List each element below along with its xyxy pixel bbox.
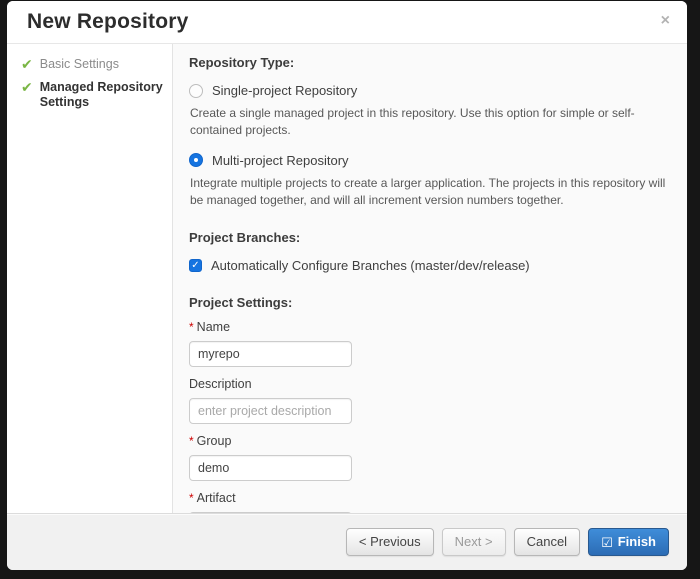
- name-field-group: *Name: [189, 320, 671, 367]
- dialog-body: ✔ Basic Settings ✔ Managed Repository Se…: [7, 44, 687, 513]
- project-branches-section-label: Project Branches:: [189, 230, 671, 245]
- wizard-steps-sidebar: ✔ Basic Settings ✔ Managed Repository Se…: [7, 44, 173, 513]
- dialog-footer: < Previous Next > Cancel ☑ Finish: [7, 513, 687, 570]
- group-field-group: *Group: [189, 434, 671, 481]
- radio-multi-project-repository[interactable]: Multi-project Repository: [189, 153, 671, 168]
- required-marker: *: [189, 320, 194, 334]
- repository-type-section-label: Repository Type:: [189, 55, 671, 70]
- new-repository-dialog: New Repository × ✔ Basic Settings ✔ Mana…: [7, 1, 687, 570]
- previous-button[interactable]: < Previous: [346, 528, 434, 556]
- close-icon[interactable]: ×: [661, 13, 670, 29]
- cancel-button[interactable]: Cancel: [514, 528, 580, 556]
- checkbox-checked-icon[interactable]: ✓: [189, 259, 202, 272]
- dialog-title: New Repository: [27, 10, 189, 34]
- description-field-group: Description: [189, 377, 671, 424]
- finish-button[interactable]: ☑ Finish: [588, 528, 669, 556]
- finish-button-label: Finish: [618, 534, 656, 550]
- required-marker: *: [189, 491, 194, 505]
- group-input[interactable]: [189, 455, 352, 481]
- radio-label: Multi-project Repository: [212, 153, 349, 168]
- artifact-field-label: *Artifact: [189, 491, 671, 505]
- check-icon: ✔: [21, 80, 33, 94]
- name-input[interactable]: [189, 341, 352, 367]
- description-input[interactable]: [189, 398, 352, 424]
- multi-project-description: Integrate multiple projects to create a …: [190, 175, 671, 210]
- sidebar-item-label: Basic Settings: [40, 57, 119, 73]
- required-marker: *: [189, 434, 194, 448]
- radio-label: Single-project Repository: [212, 83, 357, 98]
- next-button[interactable]: Next >: [442, 528, 506, 556]
- artifact-field-group: *Artifact: [189, 491, 671, 513]
- project-settings-section-label: Project Settings:: [189, 295, 671, 310]
- radio-selected-icon[interactable]: [189, 153, 203, 167]
- single-project-description: Create a single managed project in this …: [190, 105, 671, 140]
- wizard-step-content: Repository Type: Single-project Reposito…: [173, 44, 687, 513]
- dialog-header: New Repository ×: [7, 1, 687, 44]
- finish-check-icon: ☑: [601, 536, 613, 549]
- radio-unselected-icon[interactable]: [189, 84, 203, 98]
- sidebar-item-managed-repository-settings[interactable]: ✔ Managed Repository Settings: [21, 80, 164, 111]
- sidebar-item-label: Managed Repository Settings: [40, 80, 164, 111]
- description-field-label: Description: [189, 377, 671, 391]
- auto-configure-branches-checkbox-row[interactable]: ✓ Automatically Configure Branches (mast…: [189, 258, 671, 273]
- radio-single-project-repository[interactable]: Single-project Repository: [189, 83, 671, 98]
- sidebar-item-basic-settings[interactable]: ✔ Basic Settings: [21, 57, 164, 73]
- group-field-label: *Group: [189, 434, 671, 448]
- checkbox-label: Automatically Configure Branches (master…: [211, 258, 530, 273]
- check-icon: ✔: [21, 57, 33, 71]
- name-field-label: *Name: [189, 320, 671, 334]
